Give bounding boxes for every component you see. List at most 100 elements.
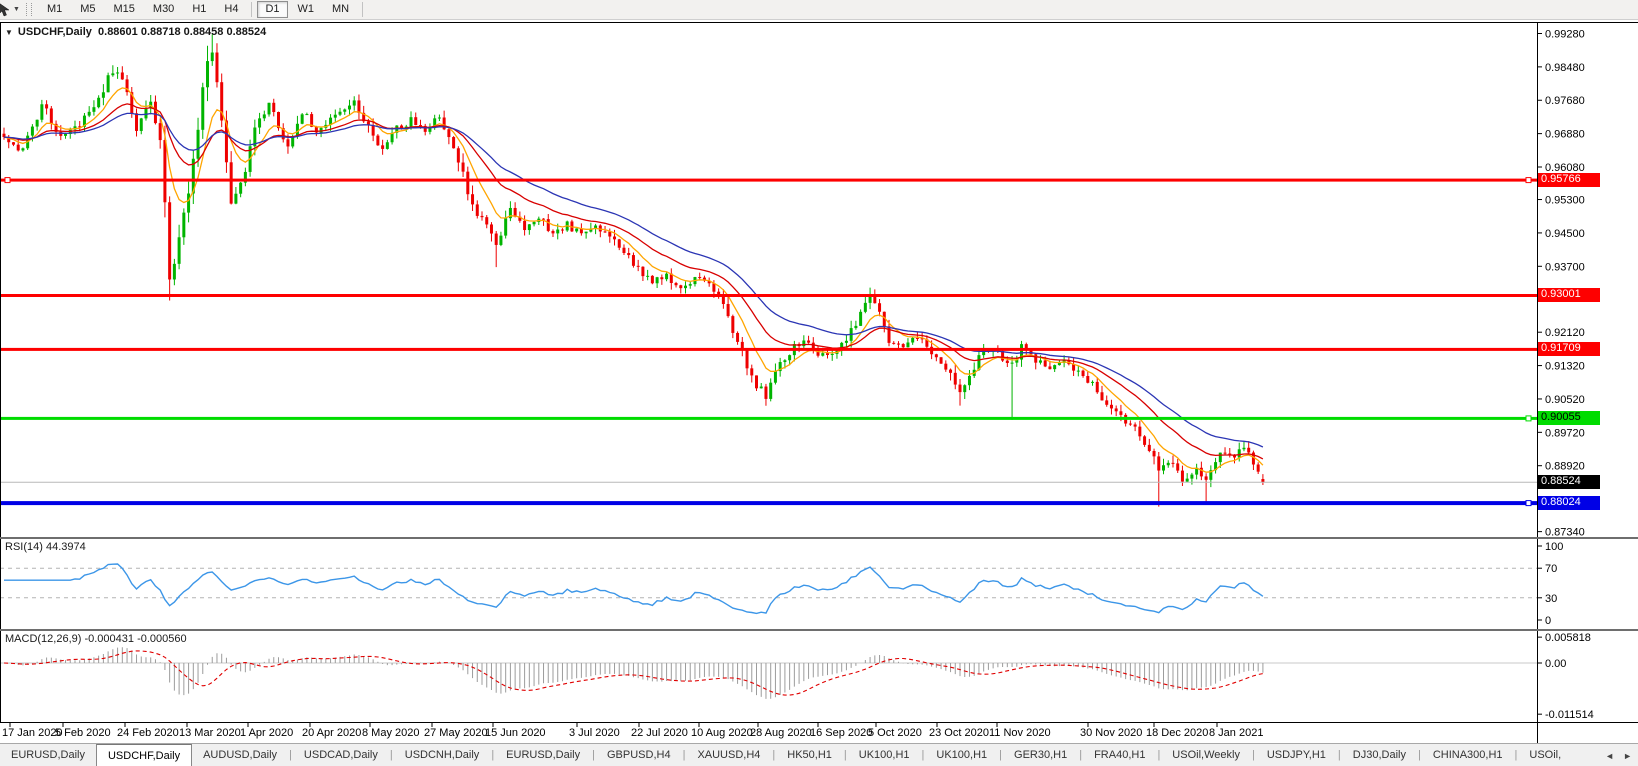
svg-text:1 Apr 2020: 1 Apr 2020	[240, 727, 293, 739]
svg-text:5 Oct 2020: 5 Oct 2020	[868, 727, 922, 739]
horizontal-line-0.93001[interactable]	[0, 294, 1537, 297]
timeframe-button-w1[interactable]: W1	[290, 1, 323, 18]
svg-text:10 Aug 2020: 10 Aug 2020	[691, 727, 753, 739]
bottom-tab-hk50-h1[interactable]: HK50,H1	[776, 744, 843, 766]
bottom-tab-usdjpy-h1[interactable]: USDJPY,H1	[1256, 744, 1337, 766]
svg-text:24 Feb 2020: 24 Feb 2020	[117, 727, 179, 739]
chart-symbol-label: USDCHF,Daily	[17, 26, 92, 38]
bottom-tab-usoil-[interactable]: USOil,	[1518, 744, 1572, 766]
svg-text:3 Jul 2020: 3 Jul 2020	[569, 727, 620, 739]
horizontal-line-0.91709[interactable]	[0, 347, 1537, 351]
svg-text:18 Dec 2020: 18 Dec 2020	[1146, 727, 1208, 739]
timeframe-button-m1[interactable]: M1	[39, 1, 70, 18]
bottom-tab-eurusd-daily[interactable]: EURUSD,Daily	[495, 744, 591, 766]
price-badge-resistance-2: 0.93001	[1538, 288, 1600, 302]
svg-text:0.94500: 0.94500	[1545, 228, 1585, 240]
svg-text:8 Jan 2021: 8 Jan 2021	[1209, 727, 1263, 739]
horizontal-line-0.90055[interactable]	[0, 416, 1537, 420]
timeframe-button-m5[interactable]: M5	[72, 1, 103, 18]
tab-scroll-buttons: ◄ ►	[1597, 745, 1638, 766]
toolbar-separator	[251, 2, 253, 17]
tab-scroll-right-icon[interactable]: ►	[1623, 751, 1632, 761]
svg-text:0.005818: 0.005818	[1545, 632, 1591, 644]
svg-text:0.97680: 0.97680	[1545, 95, 1585, 107]
svg-text:15 Jun 2020: 15 Jun 2020	[485, 727, 546, 739]
bottom-tab-audusd-daily[interactable]: AUDUSD,Daily	[192, 744, 288, 766]
svg-text:17 Jan 2020: 17 Jan 2020	[2, 727, 63, 739]
bottom-tab-usdcad-daily[interactable]: USDCAD,Daily	[293, 744, 389, 766]
bottom-tab-gbpusd-h4[interactable]: GBPUSD,H4	[596, 744, 682, 766]
timeframe-button-d1[interactable]: D1	[257, 1, 288, 18]
bottom-tab-china300-h1[interactable]: CHINA300,H1	[1422, 744, 1514, 766]
line-handle[interactable]	[1525, 415, 1532, 422]
tab-scroll-left-icon[interactable]: ◄	[1605, 751, 1614, 761]
bottom-tab-ger30-h1[interactable]: GER30,H1	[1003, 744, 1078, 766]
svg-text:0.98480: 0.98480	[1545, 62, 1585, 74]
timeframe-button-m15[interactable]: M15	[106, 1, 143, 18]
timeframe-button-mn[interactable]: MN	[324, 1, 357, 18]
bottom-tabbar: EURUSD,Daily USDCHF,Daily AUDUSD,Daily | USD…	[0, 743, 1638, 766]
bottom-tab-uk100-h1[interactable]: UK100,H1	[848, 744, 921, 766]
price-badge-support-green: 0.90055	[1538, 411, 1600, 425]
bottom-tab-usdcnh-daily[interactable]: USDCNH,Daily	[394, 744, 491, 766]
svg-text:30 Nov 2020: 30 Nov 2020	[1080, 727, 1142, 739]
svg-text:13 Mar 2020: 13 Mar 2020	[179, 727, 241, 739]
timeframe-buttons: M1 M5 M15 M30 H1 H4 D1 W1 MN	[38, 1, 367, 18]
svg-text:5 Feb 2020: 5 Feb 2020	[55, 727, 111, 739]
svg-text:20 Apr 2020: 20 Apr 2020	[302, 727, 361, 739]
svg-text:22 Jul 2020: 22 Jul 2020	[631, 727, 688, 739]
timeframe-button-h4[interactable]: H4	[216, 1, 246, 18]
price-badge-current: 0.88524	[1538, 475, 1600, 489]
timeframe-button-h1[interactable]: H1	[184, 1, 214, 18]
line-handle[interactable]	[1525, 500, 1532, 507]
bottom-tab-usdchf-daily[interactable]: USDCHF,Daily	[95, 744, 193, 766]
price-badge-resistance-3: 0.91709	[1538, 342, 1600, 356]
svg-text:0.00: 0.00	[1545, 658, 1566, 670]
svg-text:0.99280: 0.99280	[1545, 28, 1585, 40]
svg-text:-0.011514: -0.011514	[1545, 709, 1594, 721]
cursor-arrow-icon	[0, 2, 10, 16]
chart-dropdown-icon[interactable]: ▼	[5, 28, 13, 37]
price-badge-support-blue: 0.88024	[1538, 496, 1600, 510]
bottom-tab-eurusd-daily[interactable]: EURUSD,Daily	[0, 744, 96, 766]
svg-text:23 Oct 2020: 23 Oct 2020	[929, 727, 989, 739]
svg-text:0.91320: 0.91320	[1545, 361, 1585, 373]
line-handle[interactable]	[1525, 177, 1532, 184]
chart-title: ▼ USDCHF,Daily 0.88601 0.88718 0.88458 0.…	[5, 26, 266, 38]
chart-canvas[interactable]: 0.992800.984800.976800.968800.960800.953…	[0, 0, 1638, 744]
svg-text:0.93700: 0.93700	[1545, 261, 1585, 273]
bottom-tab-dj30-daily[interactable]: DJ30,Daily	[1342, 744, 1417, 766]
horizontal-line-0.88024[interactable]	[0, 501, 1537, 506]
svg-text:16 Sep 2020: 16 Sep 2020	[810, 727, 872, 739]
svg-text:0: 0	[1545, 615, 1551, 627]
chart-ohlc-values: 0.88601 0.88718 0.88458 0.88524	[98, 26, 267, 38]
timeframe-toolbar: ▼ M1 M5 M15 M30 H1 H4 D1 W1 MN	[0, 0, 1638, 20]
price-badge-resistance-1: 0.95766	[1538, 173, 1600, 187]
toolbar-grip-handle[interactable]	[25, 3, 32, 16]
svg-text:11 Nov 2020: 11 Nov 2020	[989, 727, 1051, 739]
bottom-tab-uk100-h1[interactable]: UK100,H1	[925, 744, 998, 766]
svg-text:30: 30	[1545, 593, 1557, 605]
bottom-tab-xauusd-h4[interactable]: XAUUSD,H4	[686, 744, 771, 766]
macd-indicator-label: MACD(12,26,9) -0.000431 -0.000560	[5, 633, 187, 645]
cursor-tool-button[interactable]: ▼	[0, 1, 22, 18]
toolbar-separator	[362, 2, 364, 17]
bottom-tabbar-tabs: EURUSD,Daily USDCHF,Daily AUDUSD,Daily | USD…	[0, 744, 1572, 766]
svg-text:70: 70	[1545, 563, 1557, 575]
svg-text:0.89720: 0.89720	[1545, 427, 1585, 439]
cursor-dropdown-icon[interactable]: ▼	[13, 6, 20, 13]
timeframe-button-m30[interactable]: M30	[145, 1, 182, 18]
svg-text:0.96880: 0.96880	[1545, 129, 1585, 141]
svg-text:8 May 2020: 8 May 2020	[362, 727, 419, 739]
svg-text:0.90520: 0.90520	[1545, 394, 1585, 406]
svg-text:0.92120: 0.92120	[1545, 327, 1585, 339]
rsi-indicator-label: RSI(14) 44.3974	[5, 541, 86, 553]
svg-text:27 May 2020: 27 May 2020	[424, 727, 488, 739]
bottom-tab-usoil-weekly[interactable]: USOil,Weekly	[1161, 744, 1251, 766]
horizontal-line-0.95766[interactable]	[0, 178, 1537, 182]
bottom-tab-fra40-h1[interactable]: FRA40,H1	[1083, 744, 1156, 766]
svg-text:0.87340: 0.87340	[1545, 527, 1585, 539]
line-handle[interactable]	[4, 177, 11, 184]
svg-text:28 Aug 2020: 28 Aug 2020	[750, 727, 812, 739]
mt4-window: ▼ M1 M5 M15 M30 H1 H4 D1 W1 MN 0.99280 0.98480 0.9…	[0, 0, 1638, 766]
